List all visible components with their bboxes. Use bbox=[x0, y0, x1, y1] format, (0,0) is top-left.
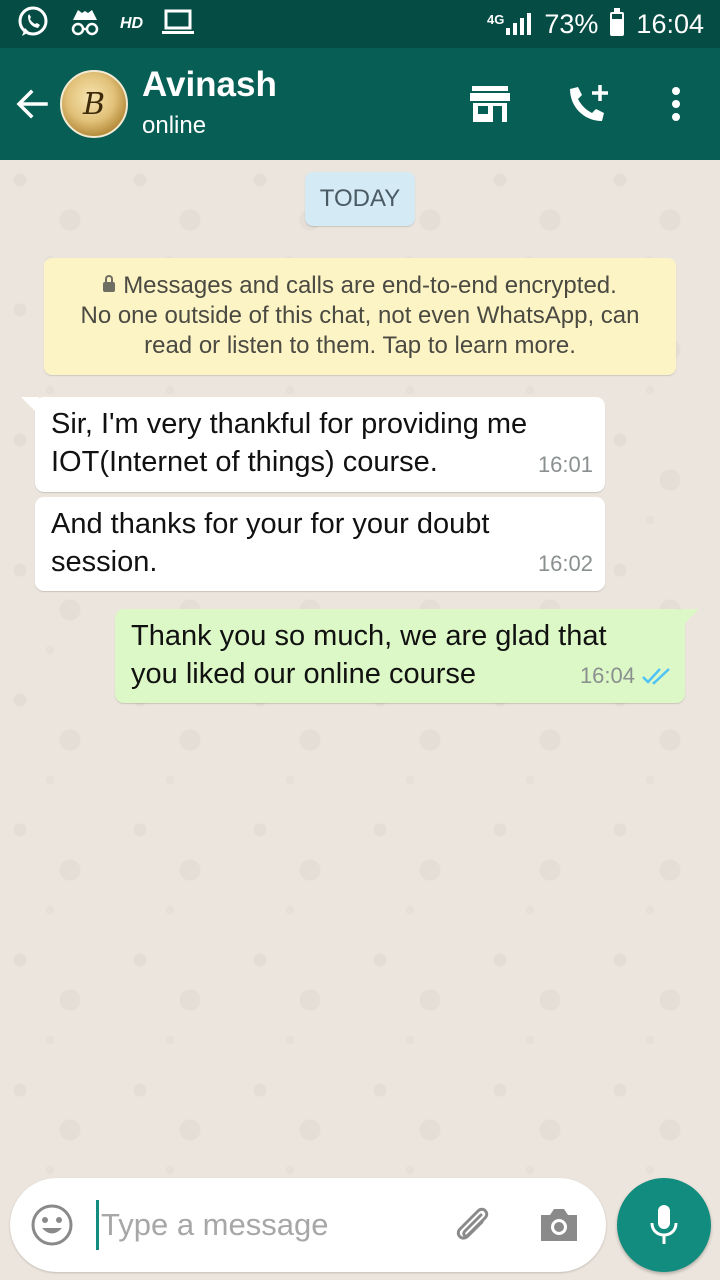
message-time: 16:04 bbox=[579, 663, 635, 688]
hd-icon: HD bbox=[120, 15, 144, 32]
emoji-icon bbox=[31, 1204, 73, 1246]
camera-button[interactable] bbox=[537, 1203, 581, 1247]
notice-line-2: No one outside of this chat, not even Wh… bbox=[80, 302, 640, 329]
attach-button[interactable] bbox=[451, 1203, 495, 1247]
message-input-box bbox=[10, 1178, 606, 1272]
avatar[interactable]: B bbox=[60, 70, 128, 138]
battery-icon bbox=[610, 8, 625, 36]
message-text: IOT(Internet of things) course. bbox=[51, 446, 438, 478]
more-options-button[interactable] bbox=[656, 74, 696, 134]
contact-info[interactable]: Avinash online bbox=[142, 65, 277, 143]
voice-record-button[interactable] bbox=[617, 1178, 711, 1272]
chat-header: B Avinash online bbox=[0, 48, 720, 160]
network-label: 4G bbox=[487, 12, 505, 27]
attach-icon bbox=[456, 1207, 489, 1240]
signal-icon: 4G bbox=[487, 12, 532, 35]
bubble-tail bbox=[21, 397, 39, 415]
message-text: session. bbox=[51, 546, 158, 578]
message-input[interactable] bbox=[101, 1207, 441, 1243]
back-arrow-icon bbox=[16, 89, 48, 119]
composer bbox=[0, 1176, 720, 1280]
mic-icon bbox=[650, 1205, 678, 1244]
camera-icon bbox=[541, 1209, 577, 1241]
clock: 16:04 bbox=[636, 8, 704, 39]
contact-name: Avinash bbox=[142, 65, 277, 104]
battery-percent: 73% bbox=[544, 8, 599, 39]
message-bubble-incoming[interactable]: Sir, I'm very thankful for providing me … bbox=[21, 397, 605, 492]
status-bar: HD 4G 73% 16:04 bbox=[0, 0, 720, 48]
battery-fill bbox=[612, 19, 623, 34]
chat-area[interactable]: TODAY Messages and calls are end-to-end … bbox=[0, 160, 720, 1176]
read-ticks-icon bbox=[642, 668, 670, 685]
text-cursor bbox=[96, 1200, 99, 1250]
store-icon bbox=[470, 86, 510, 122]
add-call-icon bbox=[570, 85, 608, 121]
notice-line-3: read or listen to them. Tap to learn mor… bbox=[144, 332, 576, 359]
message-time: 16:01 bbox=[537, 452, 593, 477]
message-text: And thanks for your for your doubt bbox=[51, 508, 490, 540]
message-time: 16:02 bbox=[537, 551, 593, 576]
avatar-letter: B bbox=[82, 86, 106, 122]
notice-line-1: Messages and calls are end-to-end encryp… bbox=[123, 272, 617, 299]
emoji-button[interactable] bbox=[30, 1203, 74, 1247]
whatsapp-icon bbox=[16, 5, 50, 44]
incognito-icon bbox=[68, 7, 102, 42]
lock-icon bbox=[103, 275, 116, 292]
bubble-tail bbox=[681, 609, 699, 627]
contact-status: online bbox=[142, 112, 207, 139]
more-vert-icon bbox=[672, 87, 680, 121]
message-text: Sir, I'm very thankful for providing me bbox=[51, 408, 528, 440]
date-chip: TODAY bbox=[305, 172, 415, 226]
message-bubble-outgoing[interactable]: Thank you so much, we are glad that you … bbox=[115, 609, 699, 703]
encryption-notice[interactable]: Messages and calls are end-to-end encryp… bbox=[44, 258, 676, 375]
back-button[interactable] bbox=[4, 48, 60, 160]
laptop-icon bbox=[161, 8, 195, 41]
add-call-button[interactable] bbox=[558, 74, 618, 134]
catalog-button[interactable] bbox=[460, 74, 520, 134]
message-bubble-incoming[interactable]: And thanks for your for your doubt sessi… bbox=[35, 497, 605, 591]
message-text: Thank you so much, we are glad that bbox=[131, 620, 607, 652]
